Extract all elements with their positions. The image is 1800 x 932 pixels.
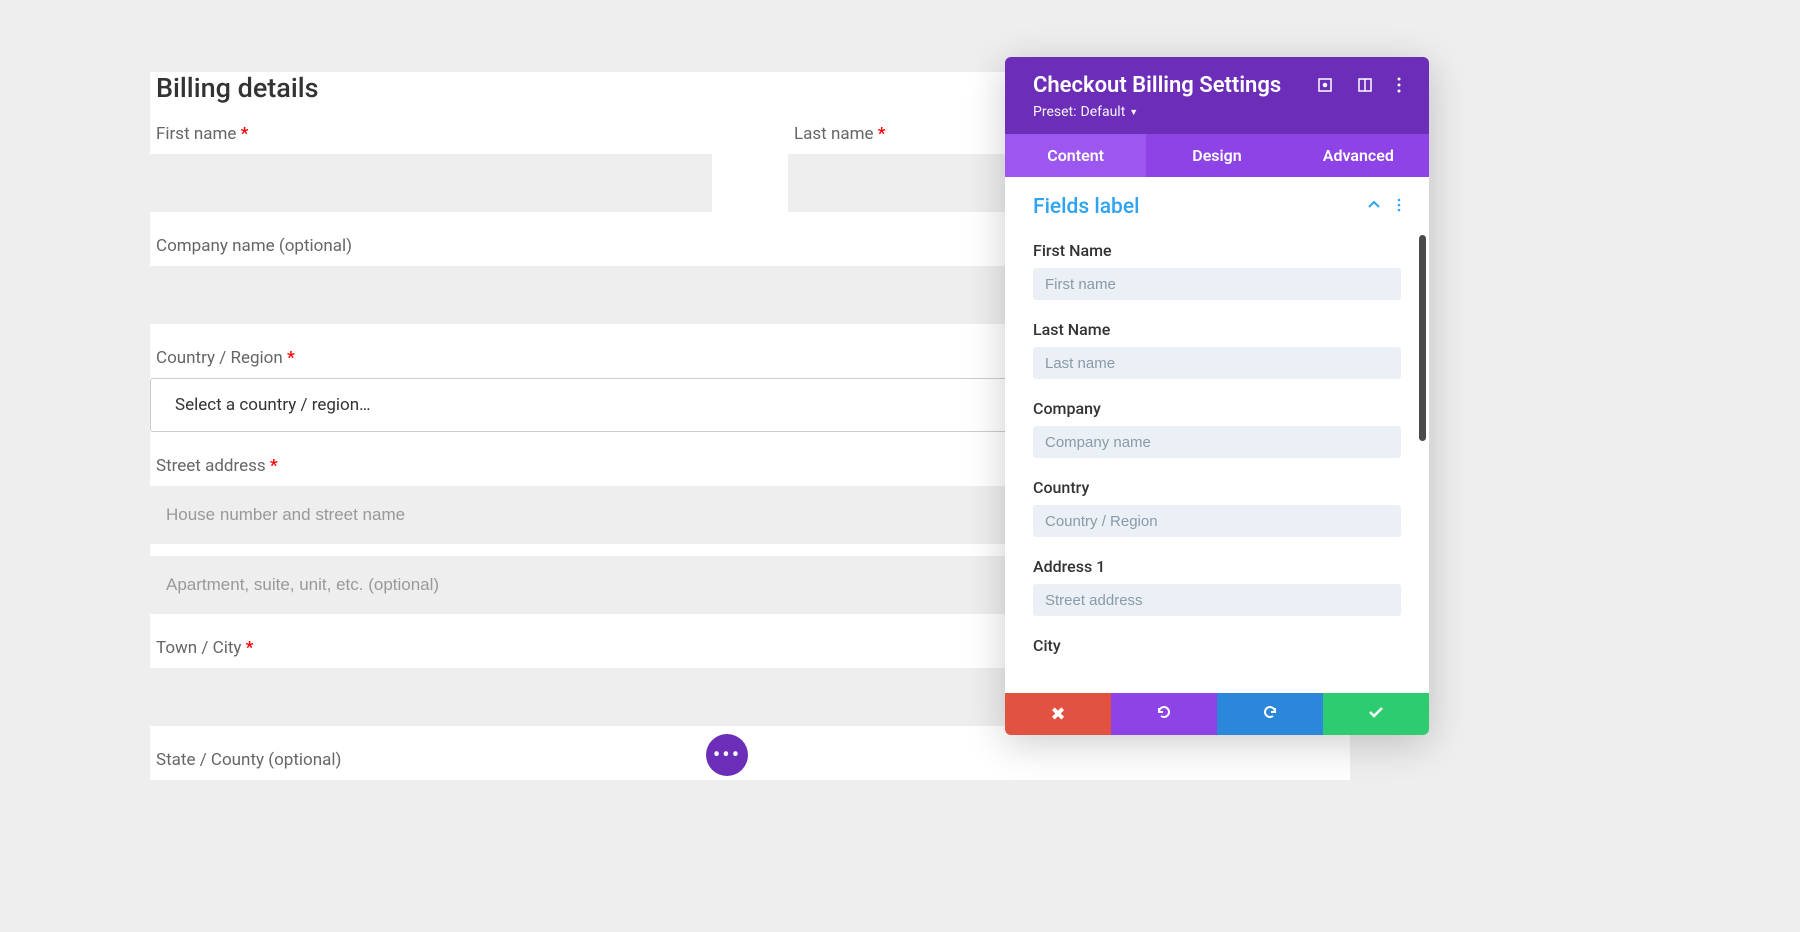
setting-firstname-label: First Name (1033, 241, 1401, 260)
setting-firstname-input[interactable] (1033, 268, 1401, 300)
preset-value: Default (1081, 104, 1126, 120)
state-label: State / County (optional) (150, 750, 1350, 770)
setting-city-label: City (1033, 636, 1401, 655)
required-asterisk: * (246, 638, 254, 658)
section-title[interactable]: Fields label (1033, 195, 1139, 219)
scrollbar[interactable] (1419, 235, 1426, 441)
tab-advanced[interactable]: Advanced (1288, 134, 1429, 177)
settings-panel: Checkout Billing Settings Preset: Defaul… (1005, 57, 1429, 735)
setting-address1-label: Address 1 (1033, 557, 1401, 576)
check-icon (1367, 703, 1385, 726)
required-asterisk: * (270, 456, 278, 476)
panel-title: Checkout Billing Settings (1033, 73, 1281, 98)
required-asterisk: * (241, 124, 249, 144)
required-asterisk: * (287, 348, 295, 368)
panel-header: Checkout Billing Settings Preset: Defaul… (1005, 57, 1429, 134)
setting-company-input[interactable] (1033, 426, 1401, 458)
setting-company-label: Company (1033, 399, 1401, 418)
close-button[interactable]: ✖ (1005, 693, 1111, 735)
city-label-text: Town / City (156, 638, 241, 658)
redo-button[interactable] (1217, 693, 1323, 735)
panel-footer: ✖ (1005, 693, 1429, 735)
required-asterisk: * (878, 124, 886, 144)
panel-tabs: Content Design Advanced (1005, 134, 1429, 177)
expand-icon[interactable] (1317, 77, 1333, 97)
redo-icon (1261, 703, 1279, 726)
undo-icon (1155, 703, 1173, 726)
chevron-down-icon: ▼ (1129, 107, 1138, 118)
state-input[interactable] (150, 780, 1350, 838)
first-name-input[interactable] (150, 154, 712, 212)
street-label-text: Street address (156, 456, 266, 476)
tab-design[interactable]: Design (1146, 134, 1287, 177)
more-actions-button[interactable]: ••• (706, 734, 748, 776)
setting-country-label: Country (1033, 478, 1401, 497)
close-icon: ✖ (1050, 704, 1065, 725)
ellipsis-icon: ••• (713, 743, 741, 768)
tab-content[interactable]: Content (1005, 134, 1146, 177)
columns-icon[interactable] (1357, 77, 1373, 97)
collapse-icon[interactable] (1367, 198, 1381, 216)
setting-address1-input[interactable] (1033, 584, 1401, 616)
setting-lastname-label: Last Name (1033, 320, 1401, 339)
setting-lastname-input[interactable] (1033, 347, 1401, 379)
first-name-label: First name * (150, 124, 712, 144)
kebab-menu-icon[interactable] (1397, 198, 1401, 216)
last-name-label-text: Last name (794, 124, 874, 144)
preset-selector[interactable]: Preset: Default ▼ (1033, 104, 1281, 120)
country-label-text: Country / Region (156, 348, 283, 368)
setting-country-input[interactable] (1033, 505, 1401, 537)
panel-body: Fields label First Name Last Name Compan… (1005, 177, 1429, 693)
first-name-label-text: First name (156, 124, 236, 144)
preset-label: Preset: (1033, 104, 1077, 120)
kebab-menu-icon[interactable] (1397, 77, 1401, 97)
save-button[interactable] (1323, 693, 1429, 735)
undo-button[interactable] (1111, 693, 1217, 735)
